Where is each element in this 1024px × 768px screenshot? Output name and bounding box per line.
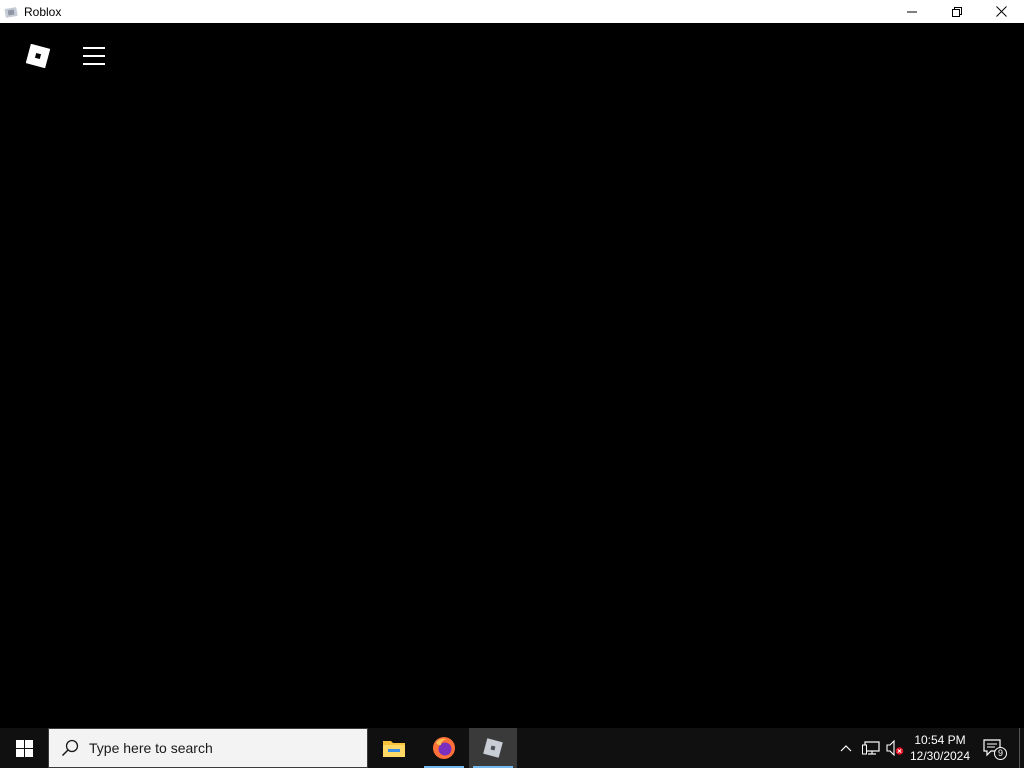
restore-icon <box>951 6 962 17</box>
tray-clock[interactable]: 10:54 PM 12/30/2024 <box>906 732 974 764</box>
taskbar-search-box[interactable]: Type here to search <box>48 728 368 768</box>
start-button[interactable] <box>0 728 48 768</box>
taskbar-firefox[interactable] <box>420 728 468 768</box>
window-titlebar[interactable]: Roblox <box>0 0 1024 23</box>
restore-button[interactable] <box>934 0 979 23</box>
minimize-icon <box>906 11 917 12</box>
close-icon <box>996 6 1007 17</box>
windows-taskbar: Type here to search 10:54 PM 12/30/2024 … <box>0 728 1024 768</box>
notification-count-badge: 9 <box>994 747 1007 760</box>
action-center-button[interactable]: 9 <box>978 728 1008 768</box>
windows-logo-icon <box>15 739 33 757</box>
tray-network[interactable] <box>860 728 882 768</box>
roblox-logo[interactable] <box>26 44 50 68</box>
roblox-icon <box>483 738 503 758</box>
roblox-app-content <box>0 23 1024 728</box>
clock-time: 10:54 PM <box>914 733 966 747</box>
volume-muted-icon <box>886 740 904 756</box>
search-placeholder: Type here to search <box>89 740 213 756</box>
close-button[interactable] <box>979 0 1024 23</box>
firefox-icon <box>433 737 455 759</box>
tray-overflow-button[interactable] <box>836 728 856 768</box>
window-title: Roblox <box>24 4 62 19</box>
network-icon <box>862 741 880 755</box>
hamburger-menu-icon[interactable] <box>83 46 105 66</box>
clock-date: 12/30/2024 <box>909 749 971 763</box>
taskbar-roblox[interactable] <box>469 728 517 768</box>
folder-icon <box>383 741 405 757</box>
show-desktop-button[interactable] <box>1019 728 1024 768</box>
chevron-up-icon <box>840 745 852 752</box>
taskbar-file-explorer[interactable] <box>370 728 418 768</box>
minimize-button[interactable] <box>889 0 934 23</box>
tray-volume[interactable] <box>884 728 906 768</box>
search-icon <box>61 739 79 757</box>
roblox-app-icon <box>4 6 18 18</box>
